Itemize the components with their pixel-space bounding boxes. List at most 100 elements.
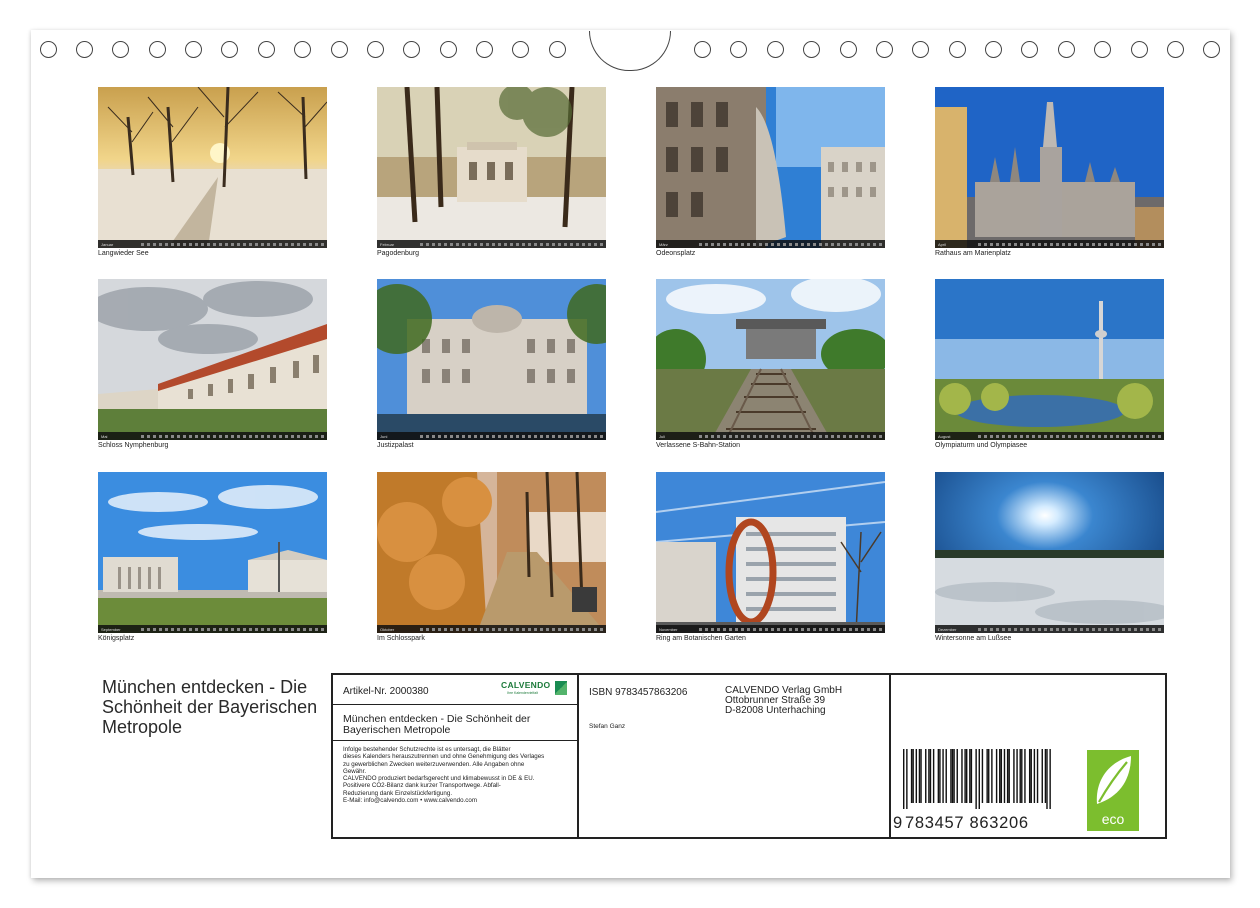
binding-hole — [876, 41, 893, 58]
strip-day-marks — [420, 242, 603, 246]
legal-notice: Infolge bestehender Schutzrechte ist es … — [343, 746, 575, 804]
subtitle-row: München entdecken - Die Schönheit der Ba… — [333, 705, 577, 741]
photo-image — [98, 279, 327, 440]
calvendo-wordmark: CALVENDO — [501, 680, 551, 690]
eco-label: eco — [1101, 811, 1125, 827]
hanger-notch — [589, 31, 671, 71]
photo-caption: Rathaus am Marienplatz — [935, 250, 1011, 257]
strip-day-marks — [141, 242, 324, 246]
photo-caption: Justizpalast — [377, 442, 414, 449]
photo-image — [98, 472, 327, 633]
binding-hole — [512, 41, 529, 58]
photo-caption: Im Schlosspark — [377, 635, 425, 642]
calendar-subtitle: München entdecken - Die Schönheit der Ba… — [343, 713, 531, 736]
binding-hole — [258, 41, 275, 58]
calendar-strip: April — [935, 240, 1164, 248]
strip-month-label: Juli — [659, 433, 666, 439]
photo-caption: Schloss Nymphenburg — [98, 442, 169, 449]
photo-image — [377, 87, 606, 248]
isbn: ISBN 9783457863206 — [589, 687, 688, 698]
photo-caption: Pagodenburg — [377, 250, 420, 257]
publisher-line: D-82008 Unterhaching — [725, 705, 826, 716]
binding-hole — [730, 41, 747, 58]
binding-hole — [1094, 41, 1111, 58]
barcode-digits: 783457 863206 — [905, 814, 1029, 832]
binding-hole — [1167, 41, 1184, 58]
photo-caption: Odeonsplatz — [656, 250, 696, 257]
strip-month-label: November — [659, 626, 678, 632]
info-column-barcode: 9 783457 863206 eco — [891, 675, 1167, 837]
strip-month-label: April — [938, 241, 947, 247]
barcode-number: 9 783457 863206 — [893, 814, 1029, 833]
binding-hole — [1203, 41, 1220, 58]
photo-image — [935, 279, 1164, 440]
month-photo: April — [935, 87, 1164, 248]
calvendo-mark-icon — [555, 681, 567, 695]
legal-line: E-Mail: info@calvendo.com • www.calvendo… — [343, 797, 477, 805]
binding-hole — [331, 41, 348, 58]
strip-month-label: Februar — [380, 241, 395, 247]
month-photo: September — [98, 472, 327, 633]
binding-hole — [294, 41, 311, 58]
strip-month-label: März — [659, 241, 668, 247]
calendar-strip: Dezember — [935, 625, 1164, 633]
binding-hole — [440, 41, 457, 58]
calendar-strip: Juli — [656, 432, 885, 440]
legal-line: dieses Kalenders herauszutrennen und ohn… — [343, 753, 545, 761]
spiral-binding — [0, 0, 1260, 71]
leaf-icon — [1096, 756, 1131, 804]
info-box: Artikel-Nr. 2000380 CALVENDO Ihre Kalend… — [331, 673, 1167, 839]
photo-image — [377, 472, 606, 633]
photo-image — [656, 87, 885, 248]
binding-hole — [840, 41, 857, 58]
calendar-strip: Mai — [98, 432, 327, 440]
strip-day-marks — [699, 627, 882, 631]
photo-image — [656, 279, 885, 440]
article-row: Artikel-Nr. 2000380 CALVENDO Ihre Kalend… — [333, 675, 577, 705]
photo-image — [98, 87, 327, 248]
legal-line: Positivere CO2-Bilanz dank kurzer Transp… — [343, 782, 501, 790]
binding-hole — [76, 41, 93, 58]
info-column-article: Artikel-Nr. 2000380 CALVENDO Ihre Kalend… — [333, 675, 579, 837]
calvendo-tagline: Ihre Kalendervielfalt — [507, 691, 538, 695]
calendar-title: München entdecken - Die Schönheit der Ba… — [102, 677, 318, 737]
strip-day-marks — [978, 627, 1161, 631]
strip-month-label: Januar — [101, 241, 114, 247]
binding-hole — [476, 41, 493, 58]
binding-hole — [912, 41, 929, 58]
legal-line: Gewähr. — [343, 767, 367, 775]
calendar-strip: September — [98, 625, 327, 633]
calendar-strip: März — [656, 240, 885, 248]
month-photo: Dezember — [935, 472, 1164, 633]
strip-month-label: September — [101, 626, 121, 632]
photo-caption: Olympiaturm und Olympiasee — [935, 442, 1028, 449]
strip-day-marks — [978, 434, 1161, 438]
month-photo: Oktober — [377, 472, 606, 633]
photo-image — [935, 87, 1164, 248]
legal-line: CALVENDO produziert bedarfsgerecht und k… — [343, 775, 535, 783]
photo-caption: Langwieder See — [98, 250, 149, 257]
strip-month-label: Dezember — [938, 626, 957, 632]
strip-day-marks — [141, 627, 324, 631]
binding-hole — [767, 41, 784, 58]
info-column-publisher: ISBN 9783457863206 Stefan Ganz CALVENDO … — [579, 675, 891, 837]
month-photo: Mai — [98, 279, 327, 440]
binding-hole — [185, 41, 202, 58]
binding-hole — [403, 41, 420, 58]
calendar-strip: August — [935, 432, 1164, 440]
strip-day-marks — [978, 242, 1161, 246]
month-photo: August — [935, 279, 1164, 440]
binding-hole — [367, 41, 384, 58]
month-photo: Januar — [98, 87, 327, 248]
photo-caption: Verlassene S-Bahn-Station — [656, 442, 741, 449]
binding-hole — [1058, 41, 1075, 58]
barcode-lead-digit: 9 — [893, 814, 903, 832]
author: Stefan Ganz — [589, 723, 626, 730]
month-photo: Juli — [656, 279, 885, 440]
calvendo-logo: CALVENDO Ihre Kalendervielfalt — [501, 680, 567, 700]
photo-caption: Ring am Botanischen Garten — [656, 635, 746, 642]
strip-day-marks — [420, 627, 603, 631]
calendar-strip: November — [656, 625, 885, 633]
barcode-icon — [903, 749, 1051, 809]
eco-logo: eco — [1087, 750, 1139, 831]
